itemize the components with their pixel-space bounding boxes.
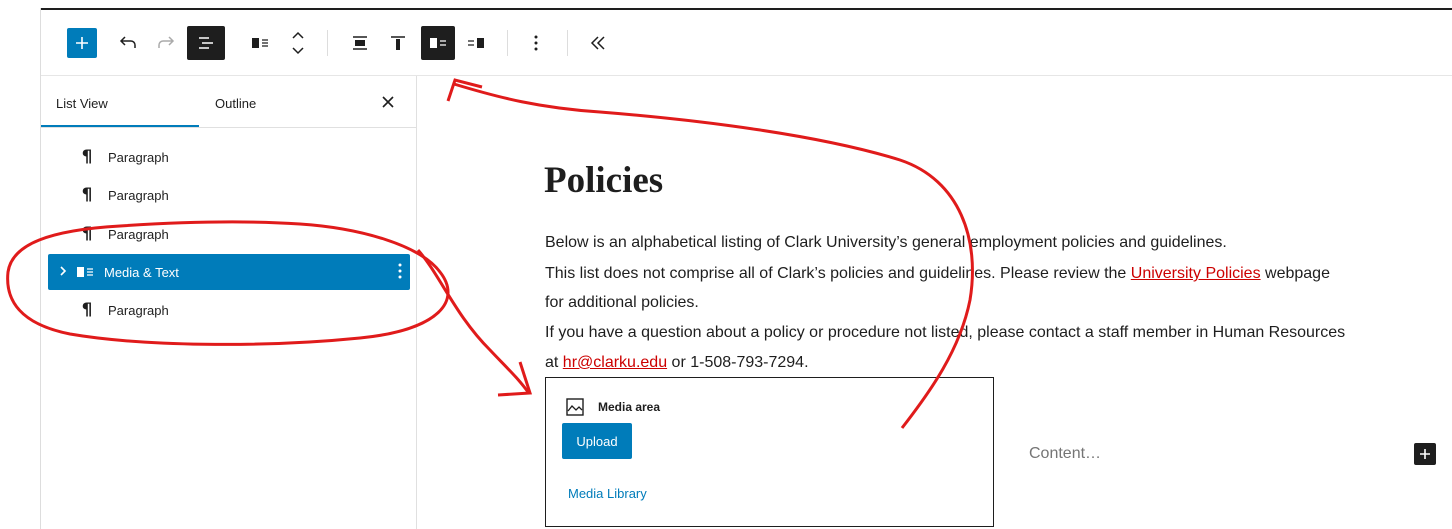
paragraph-line[interactable]: at hr@clarku.edu or 1-508-793-7294. (545, 353, 809, 373)
move-block-button[interactable] (283, 28, 313, 58)
collapse-toolbar-button[interactable] (583, 28, 613, 58)
content-placeholder[interactable]: Content… (1029, 445, 1101, 463)
list-item-media-text[interactable]: Media & Text (48, 254, 410, 290)
list-item-label: Paragraph (108, 302, 169, 318)
list-view-toggle-button[interactable] (187, 26, 225, 60)
university-policies-link[interactable]: University Policies (1131, 265, 1261, 282)
tab-outline[interactable]: Outline (215, 96, 256, 111)
page-title[interactable]: Policies (544, 159, 663, 202)
list-item-paragraph[interactable]: ¶ Paragraph (48, 216, 410, 252)
show-media-left-button[interactable] (421, 26, 455, 60)
close-sidebar-button[interactable] (380, 94, 396, 110)
list-item-label: Paragraph (108, 226, 169, 242)
undo-button[interactable] (113, 28, 143, 58)
list-view-icon (199, 37, 213, 49)
media-text-icon (252, 38, 268, 48)
pilcrow-icon: ¶ (81, 185, 93, 205)
media-placeholder[interactable]: Media area Upload Media Library (545, 377, 994, 527)
paragraph-line[interactable]: If you have a question about a policy or… (545, 323, 1345, 343)
media-text-icon (76, 266, 94, 278)
pilcrow-icon: ¶ (81, 147, 93, 167)
block-options-button[interactable] (521, 28, 551, 58)
align-button[interactable] (345, 28, 375, 58)
media-area-heading: Media area (566, 398, 660, 416)
double-chevron-left-icon (590, 36, 605, 50)
image-icon (566, 398, 584, 416)
vertical-dots-icon (534, 35, 538, 51)
list-view-sidebar: List View Outline ¶ Paragraph ¶ Paragrap… (41, 76, 417, 529)
inline-add-block-button[interactable] (1414, 443, 1436, 465)
active-tab-indicator (41, 125, 199, 127)
block-type-button[interactable] (245, 28, 275, 58)
show-media-right-button[interactable] (461, 28, 491, 58)
toolbar-separator (327, 30, 328, 56)
plus-icon (1420, 449, 1430, 459)
close-icon (382, 96, 394, 108)
list-item-label: Paragraph (108, 149, 169, 165)
media-library-button[interactable]: Media Library (568, 486, 647, 501)
list-item-paragraph[interactable]: ¶ Paragraph (48, 177, 410, 213)
vertical-dots-icon[interactable] (398, 263, 402, 282)
list-item-paragraph[interactable]: ¶ Paragraph (48, 292, 410, 328)
redo-icon (158, 36, 175, 48)
align-wide-icon (353, 36, 367, 50)
expand-chevron-icon[interactable] (58, 264, 68, 281)
toolbar-separator (507, 30, 508, 56)
email-link[interactable]: hr@clarku.edu (563, 354, 667, 371)
sidebar-tabs: List View Outline (41, 76, 416, 128)
align-top-icon (391, 36, 405, 50)
media-left-icon (430, 38, 446, 48)
paragraph-line[interactable]: This list does not comprise all of Clark… (545, 264, 1330, 284)
undo-icon (119, 36, 136, 48)
redo-button[interactable] (151, 28, 181, 58)
chevron-up-down-icon (292, 31, 304, 55)
list-item-label: Paragraph (108, 187, 169, 203)
editor-canvas: Policies Below is an alphabetical listin… (418, 77, 1452, 529)
plus-icon (76, 37, 88, 49)
add-block-button[interactable] (67, 28, 97, 58)
tab-list-view[interactable]: List View (56, 96, 108, 111)
upload-button[interactable]: Upload (562, 423, 632, 459)
list-item-label: Media & Text (104, 264, 179, 280)
toolbar-separator (567, 30, 568, 56)
paragraph-line[interactable]: for additional policies. (545, 293, 699, 313)
pilcrow-icon: ¶ (81, 300, 93, 320)
list-item-paragraph[interactable]: ¶ Paragraph (48, 139, 410, 175)
vertical-align-button[interactable] (383, 28, 413, 58)
paragraph-line[interactable]: Below is an alphabetical listing of Clar… (545, 233, 1227, 253)
editor-toolbar (41, 10, 1452, 76)
pilcrow-icon: ¶ (81, 224, 93, 244)
media-right-icon (468, 38, 484, 48)
